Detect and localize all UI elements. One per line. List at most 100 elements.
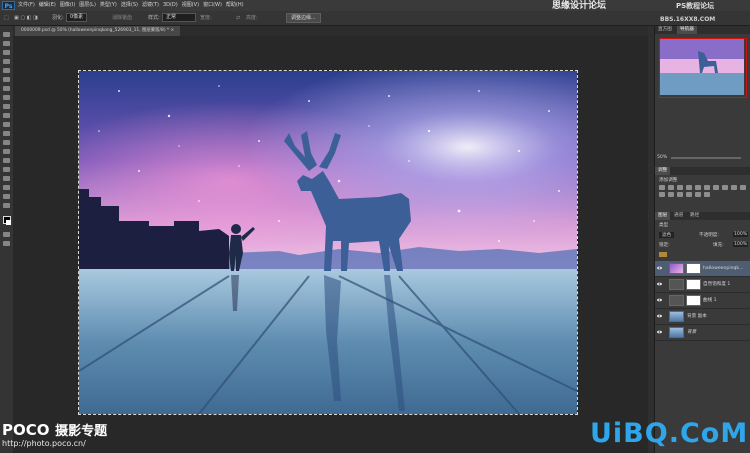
exposure-icon[interactable] bbox=[686, 185, 692, 190]
gradient-map-icon[interactable] bbox=[695, 192, 701, 197]
menu-view[interactable]: 视图(V) bbox=[182, 0, 199, 11]
threshold-icon[interactable] bbox=[686, 192, 692, 197]
hue-icon[interactable] bbox=[704, 185, 710, 190]
style-label: 样式: bbox=[148, 15, 160, 21]
path-select-tool-icon[interactable] bbox=[3, 176, 10, 181]
layer-mask-thumbnail[interactable] bbox=[686, 295, 701, 306]
feather-input[interactable]: 0像素 bbox=[66, 11, 88, 25]
selection-mode-icons[interactable]: ▣ ▢ ◧ ◨ bbox=[14, 11, 38, 25]
hand-tool-icon[interactable] bbox=[3, 194, 10, 199]
layer-row[interactable]: halloweenpinqk... bbox=[655, 261, 750, 277]
dodge-tool-icon[interactable] bbox=[3, 149, 10, 154]
selective-color-icon[interactable] bbox=[704, 192, 710, 197]
opacity-input[interactable]: 100% bbox=[733, 232, 749, 237]
eye-icon[interactable] bbox=[657, 282, 662, 286]
refine-edge-button-wrap[interactable]: 调整边缘... bbox=[286, 11, 321, 25]
eye-icon[interactable] bbox=[657, 330, 662, 334]
background-color-swatch[interactable] bbox=[6, 220, 11, 225]
curves-icon[interactable] bbox=[677, 185, 683, 190]
marquee-tool-icon[interactable] bbox=[3, 41, 10, 46]
tab-histogram[interactable]: 直方图 bbox=[655, 26, 675, 34]
layer-mask-thumbnail[interactable] bbox=[686, 263, 701, 274]
style-select-value[interactable]: 正常 bbox=[162, 13, 196, 22]
menu-edit[interactable]: 编辑(E) bbox=[39, 0, 56, 11]
gradient-tool-icon[interactable] bbox=[3, 131, 10, 136]
navigator-thumbnail[interactable] bbox=[659, 38, 747, 98]
shape-tool-icon[interactable] bbox=[3, 185, 10, 190]
channel-mixer-icon[interactable] bbox=[740, 185, 746, 190]
tab-layers[interactable]: 图层 bbox=[655, 212, 671, 220]
eye-icon[interactable] bbox=[657, 266, 662, 270]
zoom-slider[interactable] bbox=[671, 157, 741, 159]
bw-icon[interactable] bbox=[722, 185, 728, 190]
marquee-tool-icon[interactable]: ⬚ bbox=[4, 11, 9, 25]
menu-layer[interactable]: 图层(L) bbox=[79, 0, 96, 11]
screen-mode-icon[interactable] bbox=[3, 241, 10, 246]
move-tool-icon[interactable] bbox=[3, 32, 10, 37]
zoom-level[interactable]: 50% bbox=[657, 155, 667, 160]
tab-adjustments[interactable]: 调整 bbox=[655, 167, 671, 175]
layer-name[interactable]: 背景 bbox=[687, 325, 696, 340]
photo-filter-icon[interactable] bbox=[731, 185, 737, 190]
vibrance-icon[interactable] bbox=[695, 185, 701, 190]
stamp-tool-icon[interactable] bbox=[3, 104, 10, 109]
invert-icon[interactable] bbox=[668, 192, 674, 197]
eraser-tool-icon[interactable] bbox=[3, 122, 10, 127]
document-canvas[interactable] bbox=[78, 70, 578, 415]
layer-row[interactable]: 曲线 1 bbox=[655, 293, 750, 309]
menu-select[interactable]: 选择(S) bbox=[121, 0, 138, 11]
crop-tool-icon[interactable] bbox=[3, 68, 10, 73]
menu-window[interactable]: 窗口(W) bbox=[203, 0, 222, 11]
fill-input[interactable]: 100% bbox=[733, 242, 749, 247]
history-brush-tool-icon[interactable] bbox=[3, 113, 10, 118]
brightness-icon[interactable] bbox=[659, 185, 665, 190]
poco-url: http://photo.poco.cn/ bbox=[2, 439, 86, 448]
quick-mask-icon[interactable] bbox=[3, 232, 10, 237]
tab-navigator[interactable]: 导航器 bbox=[677, 26, 697, 34]
document-tab[interactable]: 0000009.psd @ 50% (halloweenpinqkong_526… bbox=[15, 26, 181, 36]
layer-name[interactable]: halloweenpinqk... bbox=[703, 261, 743, 276]
menu-help[interactable]: 帮助(H) bbox=[226, 0, 244, 11]
adjustment-icons bbox=[659, 185, 746, 197]
layer-row[interactable]: 自然饱和度 1 bbox=[655, 277, 750, 293]
style-select[interactable]: 正常 bbox=[162, 11, 196, 25]
layer-kind-filter[interactable]: 类型 bbox=[659, 222, 668, 228]
layer-mask-thumbnail[interactable] bbox=[686, 279, 701, 290]
tab-channels[interactable]: 通道 bbox=[671, 212, 686, 220]
adjustment-layer-icon bbox=[669, 279, 684, 290]
menu-filter[interactable]: 滤镜(T) bbox=[142, 0, 159, 11]
healing-tool-icon[interactable] bbox=[3, 86, 10, 91]
tab-paths[interactable]: 路径 bbox=[687, 212, 702, 220]
lasso-tool-icon[interactable] bbox=[3, 50, 10, 55]
layer-row[interactable]: 背景 bbox=[655, 325, 750, 341]
feather-input-value[interactable]: 0像素 bbox=[66, 13, 88, 22]
brush-tool-icon[interactable] bbox=[3, 95, 10, 100]
posterize-icon[interactable] bbox=[677, 192, 683, 197]
blur-tool-icon[interactable] bbox=[3, 140, 10, 145]
layer-row[interactable]: 背景 副本 bbox=[655, 309, 750, 325]
eyedropper-tool-icon[interactable] bbox=[3, 77, 10, 82]
levels-icon[interactable] bbox=[668, 185, 674, 190]
refine-edge-button[interactable]: 调整边缘... bbox=[286, 12, 321, 23]
menu-image[interactable]: 图像(I) bbox=[60, 0, 75, 11]
menu-3d[interactable]: 3D(D) bbox=[163, 0, 178, 11]
menu-file[interactable]: 文件(F) bbox=[18, 0, 35, 11]
swap-icon[interactable]: ⇄ bbox=[236, 11, 240, 25]
color-balance-icon[interactable] bbox=[713, 185, 719, 190]
blend-mode-select[interactable]: 滤色 bbox=[659, 232, 675, 238]
photoshop-logo: Ps bbox=[2, 1, 15, 10]
color-lookup-icon[interactable] bbox=[659, 192, 665, 197]
layer-thumbnail bbox=[669, 263, 684, 274]
zoom-tool-icon[interactable] bbox=[3, 203, 10, 208]
layer-name[interactable]: 自然饱和度 1 bbox=[703, 277, 730, 292]
menu-type[interactable]: 类型(Y) bbox=[100, 0, 117, 11]
folder-icon[interactable] bbox=[659, 252, 667, 257]
layer-name[interactable]: 曲线 1 bbox=[703, 293, 717, 308]
layer-name[interactable]: 背景 副本 bbox=[687, 309, 707, 324]
antialias-checkbox[interactable]: 消除锯齿 bbox=[112, 11, 132, 25]
eye-icon[interactable] bbox=[657, 314, 662, 318]
pen-tool-icon[interactable] bbox=[3, 158, 10, 163]
eye-icon[interactable] bbox=[657, 298, 662, 302]
quick-select-tool-icon[interactable] bbox=[3, 59, 10, 64]
type-tool-icon[interactable] bbox=[3, 167, 10, 172]
